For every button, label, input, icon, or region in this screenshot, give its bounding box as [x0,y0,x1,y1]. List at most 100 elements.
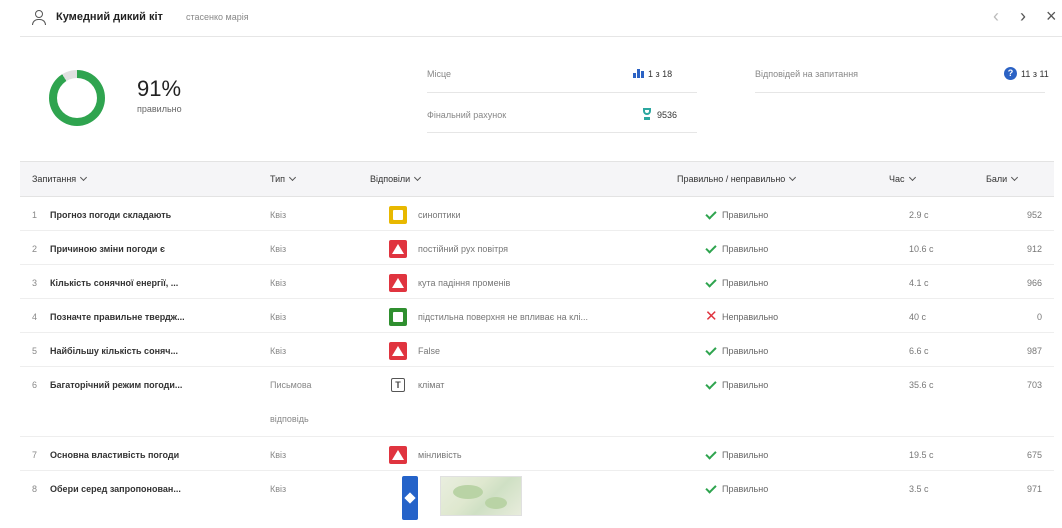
check-icon [705,208,717,220]
question-type-line2: відповідь [270,414,309,424]
cross-icon: ✕ [705,308,718,325]
previous-player-button[interactable]: ‹ [993,6,999,27]
check-icon [705,276,717,288]
question-type: Квіз [270,210,287,220]
time-value: 6.6 с [909,346,929,356]
column-header-question[interactable]: Запитання [32,173,88,184]
chevron-down-icon [288,173,297,182]
points-value: 675 [1026,450,1042,460]
points-value: 987 [1026,346,1042,356]
report-header: Кумедний дикий кіт стасенко марія ‹ › × [0,0,1062,36]
text-answer-icon: T [391,378,405,392]
row-number: 6 [32,380,38,390]
accuracy-label: правильно [137,104,182,114]
row-number: 3 [32,278,38,288]
result-text: Правильно [722,244,769,254]
close-button[interactable]: × [1046,6,1057,27]
result-text: Правильно [722,380,769,390]
map-thumbnail [440,476,522,516]
row-number: 5 [32,346,38,356]
answer-text: підстильна поверхня не впливає на клі... [418,312,588,322]
question-type: Квіз [270,484,287,494]
row-number: 1 [32,210,38,220]
check-icon [705,448,717,460]
question-text: Кількість сонячної енергії, ... [50,278,179,288]
answer-text: мінливість [418,450,462,460]
bar-chart-icon [633,69,645,78]
check-icon [705,344,717,356]
time-value: 35.6 с [909,380,934,390]
table-row[interactable]: 1 Прогноз погоди складають Квіз синоптики Пр… [20,197,1054,231]
table-row[interactable]: 8 Обери серед запропонован... Квіз Правильн… [20,471,1054,528]
time-value: 2.9 с [909,210,929,220]
next-player-button[interactable]: › [1020,6,1026,27]
time-value: 10.6 с [909,244,934,254]
chevron-down-icon [80,173,88,182]
triangle-icon [389,342,407,360]
points-value: 912 [1026,244,1042,254]
question-text: Позначте правильне твердж... [50,312,185,322]
question-type: Квіз [270,312,287,322]
answer-text: кута падіння променів [418,278,511,288]
final-score-value: 9536 [657,110,678,120]
question-type: Письмова [270,380,312,390]
question-type: Квіз [270,450,287,460]
chevron-down-icon [414,173,422,182]
column-header-correctness[interactable]: Правильно / неправильно [677,173,797,184]
table-row[interactable]: 5 Найбільшу кількість соняч... Квіз False Пр… [20,333,1054,367]
question-icon: ? [1004,67,1017,80]
column-header-answers[interactable]: Відповіли [370,173,422,184]
answered-value: 11 з 11 [1021,69,1049,79]
points-value: 966 [1026,278,1042,288]
column-header-type[interactable]: Тип [270,173,297,184]
result-text: Правильно [722,450,769,460]
place-label: Місце [427,69,452,79]
accuracy-ring [49,70,105,126]
result-text: Правильно [722,346,769,356]
time-value: 3.5 с [909,484,929,494]
place-value: 1 з 18 [648,69,673,79]
question-text: Прогноз погоди складають [50,210,172,220]
question-type: Квіз [270,346,287,356]
check-icon [705,482,717,494]
question-text: Причиною зміни погоди є [50,244,165,254]
column-header-points[interactable]: Бали [986,173,1019,184]
answer-text: клімат [418,380,445,390]
points-value: 703 [1026,380,1042,390]
table-row[interactable]: 2 Причиною зміни погоди є Квіз постійний ру… [20,231,1054,265]
triangle-icon [389,446,407,464]
points-value: 0 [1036,312,1042,322]
square-icon [389,308,407,326]
question-type: Квіз [270,278,287,288]
result-text: Правильно [722,484,769,494]
result-text: Неправильно [722,312,779,322]
chevron-down-icon [789,173,797,182]
triangle-icon [389,274,407,292]
player-real-name: стасенко марія [186,12,249,22]
table-row[interactable]: 4 Позначте правильне твердж... Квіз підстил… [20,299,1054,333]
result-text: Правильно [722,210,769,220]
trophy-icon [642,108,652,120]
answer-text: False [418,346,441,356]
stat-divider [427,92,697,93]
table-row[interactable]: 7 Основна властивість погоди Квіз мінливіст… [20,437,1054,471]
question-text: Багаторічний режим погоди... [50,380,183,390]
stat-divider [427,132,697,133]
answer-text: постійний рух повітря [418,244,509,254]
column-header-time[interactable]: Час [889,173,916,184]
triangle-icon [389,240,407,258]
chevron-down-icon [1011,173,1019,182]
row-number: 8 [32,484,38,494]
player-name: Кумедний дикий кіт [56,11,163,23]
answer-text: синоптики [418,210,461,220]
time-value: 4.1 с [909,278,929,288]
check-icon [705,242,717,254]
time-value: 19.5 с [909,450,934,460]
table-row[interactable]: 3 Кількість сонячної енергії, ... Квіз кута… [20,265,1054,299]
points-value: 971 [1026,484,1042,494]
table-row[interactable]: 6 Багаторічний режим погоди... Письмова від… [20,367,1054,437]
question-text: Обери серед запропонован... [50,484,181,494]
row-number: 7 [32,450,38,460]
final-score-label: Фінальний рахунок [427,110,507,120]
points-value: 952 [1026,210,1042,220]
